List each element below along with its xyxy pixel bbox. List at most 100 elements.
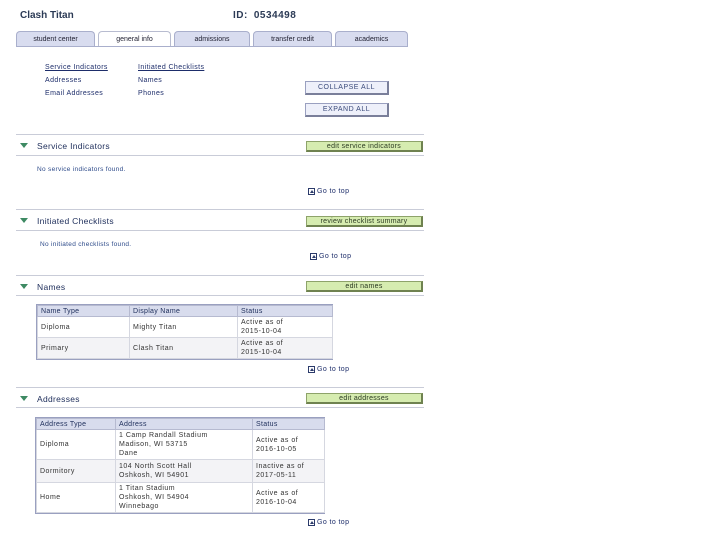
go-to-top-link[interactable]: Go to top — [308, 519, 349, 526]
go-to-top-icon — [308, 519, 315, 526]
addresses-table-frame: Address Type Address Status Diploma 1 Ca… — [35, 417, 325, 514]
edit-addresses-button[interactable]: edit addresses — [306, 393, 423, 404]
name-type-cell: Diploma — [37, 316, 130, 338]
names-table-frame: Name Type Display Name Status Diploma Mi… — [36, 304, 333, 360]
go-to-top-label: Go to top — [317, 519, 350, 526]
address-county: Dane — [119, 450, 138, 457]
table-row: Dormitory 104 North Scott Hall Oshkosh, W… — [36, 459, 325, 483]
status-date: 2015-10-04 — [241, 328, 282, 335]
column-header-status: Status — [237, 305, 333, 317]
edit-service-indicators-button[interactable]: edit service indicators — [306, 141, 423, 152]
no-service-indicators-message: No service indicators found. — [37, 166, 126, 173]
table-row: Primary Clash Titan Active as of 2015-10-… — [37, 337, 333, 359]
review-checklist-summary-button[interactable]: review checklist summary — [306, 216, 423, 227]
addresses-table: Address Type Address Status Diploma 1 Ca… — [36, 418, 325, 513]
status-date: 2016-10-04 — [256, 498, 297, 506]
status-text: Active as of — [256, 489, 299, 497]
go-to-top-link[interactable]: Go to top — [308, 366, 349, 373]
address-cell: 1 Titan Stadium Oshkosh, WI 54904 Winnebag… — [115, 482, 253, 513]
expand-all-button[interactable]: EXPAND ALL — [305, 103, 389, 117]
status-date: 2016-10-05 — [256, 445, 297, 453]
address-line: 1 Camp Randall Stadium — [119, 432, 208, 439]
quicklink-addresses[interactable]: Addresses — [45, 77, 82, 84]
go-to-top-label: Go to top — [317, 188, 350, 195]
status-cell: Active as of 2015-10-04 — [237, 337, 333, 359]
section-header-rule — [16, 407, 424, 408]
address-type-cell: Dormitory — [36, 459, 116, 483]
status-cell: Active as of 2016-10-04 — [252, 482, 325, 513]
student-id-value: 0534498 — [253, 10, 297, 21]
column-header-display-name: Display Name — [129, 305, 238, 317]
tab-academics[interactable]: academics — [335, 31, 408, 47]
table-row: Diploma Mighty Titan Active as of 2015-10… — [37, 316, 333, 338]
go-to-top-label: Go to top — [317, 366, 350, 373]
section-header-rule — [16, 155, 424, 156]
quicklink-phones[interactable]: Phones — [138, 90, 164, 97]
table-header-row: Address Type Address Status — [36, 418, 325, 430]
quicklink-names[interactable]: Names — [138, 77, 162, 84]
status-cell: Active as of 2016-10-05 — [252, 429, 325, 460]
quicklink-email-addresses[interactable]: Email Addresses — [45, 90, 103, 97]
section-divider — [16, 134, 424, 135]
student-id-label: ID: — [233, 10, 248, 21]
tab-bar: student center general info admissions t… — [16, 31, 408, 47]
edit-names-button[interactable]: edit names — [306, 281, 423, 292]
section-divider — [16, 387, 424, 388]
quicklink-initiated-checklists[interactable]: Initiated Checklists — [138, 64, 204, 71]
go-to-top-link[interactable]: Go to top — [310, 253, 351, 260]
go-to-top-link[interactable]: Go to top — [308, 188, 349, 195]
section-divider — [16, 275, 424, 276]
column-header-name-type: Name Type — [37, 305, 130, 317]
column-header-address-type: Address Type — [36, 418, 116, 430]
go-to-top-icon — [308, 366, 315, 373]
address-line: 1 Titan Stadium — [119, 485, 176, 492]
address-line: 104 North Scott Hall — [119, 463, 192, 470]
collapse-triangle-icon[interactable] — [20, 143, 28, 148]
address-line: Oshkosh, WI 54904 — [119, 494, 189, 501]
quicklink-service-indicators[interactable]: Service Indicators — [45, 64, 108, 71]
address-county: Winnebago — [119, 503, 159, 510]
tab-general-info[interactable]: general info — [98, 31, 171, 47]
tab-underline — [16, 46, 408, 47]
address-type-cell: Home — [36, 482, 116, 513]
address-cell: 1 Camp Randall Stadium Madison, WI 53715 D… — [115, 429, 253, 460]
collapse-triangle-icon[interactable] — [20, 396, 28, 401]
status-text: Active as of — [241, 319, 284, 326]
section-title-initiated-checklists: Initiated Checklists — [37, 216, 114, 226]
tab-admissions[interactable]: admissions — [174, 31, 250, 47]
tab-student-center[interactable]: student center — [16, 31, 95, 47]
section-divider — [16, 209, 424, 210]
status-date: 2017-05-11 — [256, 472, 297, 479]
address-line: Oshkosh, WI 54901 — [119, 472, 189, 479]
go-to-top-icon — [310, 253, 317, 260]
tab-transfer-credit[interactable]: transfer credit — [253, 31, 332, 47]
student-id: ID: 0534498 — [233, 10, 296, 21]
name-type-cell: Primary — [37, 337, 130, 359]
display-name-cell: Clash Titan — [129, 337, 238, 359]
table-row: Home 1 Titan Stadium Oshkosh, WI 54904 Win… — [36, 482, 325, 513]
table-header-row: Name Type Display Name Status — [37, 305, 333, 317]
student-name: Clash Titan — [20, 10, 74, 21]
status-text: Inactive as of — [256, 463, 305, 470]
address-type-cell: Diploma — [36, 429, 116, 460]
section-title-addresses: Addresses — [37, 394, 80, 404]
section-title-service-indicators: Service Indicators — [37, 141, 110, 151]
collapse-triangle-icon[interactable] — [20, 218, 28, 223]
status-text: Active as of — [241, 340, 284, 347]
collapse-all-button[interactable]: COLLAPSE ALL — [305, 81, 389, 95]
go-to-top-icon — [308, 188, 315, 195]
status-cell: Active as of 2015-10-04 — [237, 316, 333, 338]
address-line: Madison, WI 53715 — [119, 441, 188, 448]
table-row: Diploma 1 Camp Randall Stadium Madison, W… — [36, 429, 325, 460]
section-header-rule — [16, 230, 424, 231]
address-cell: 104 North Scott Hall Oshkosh, WI 54901 — [115, 459, 253, 483]
section-header-rule — [16, 295, 424, 296]
column-header-address: Address — [115, 418, 253, 430]
status-date: 2015-10-04 — [241, 349, 282, 356]
status-cell: Inactive as of 2017-05-11 — [252, 459, 325, 483]
collapse-triangle-icon[interactable] — [20, 284, 28, 289]
go-to-top-label: Go to top — [319, 253, 352, 260]
display-name-cell: Mighty Titan — [129, 316, 238, 338]
no-checklists-message: No initiated checklists found. — [40, 241, 132, 248]
section-title-names: Names — [37, 282, 66, 292]
